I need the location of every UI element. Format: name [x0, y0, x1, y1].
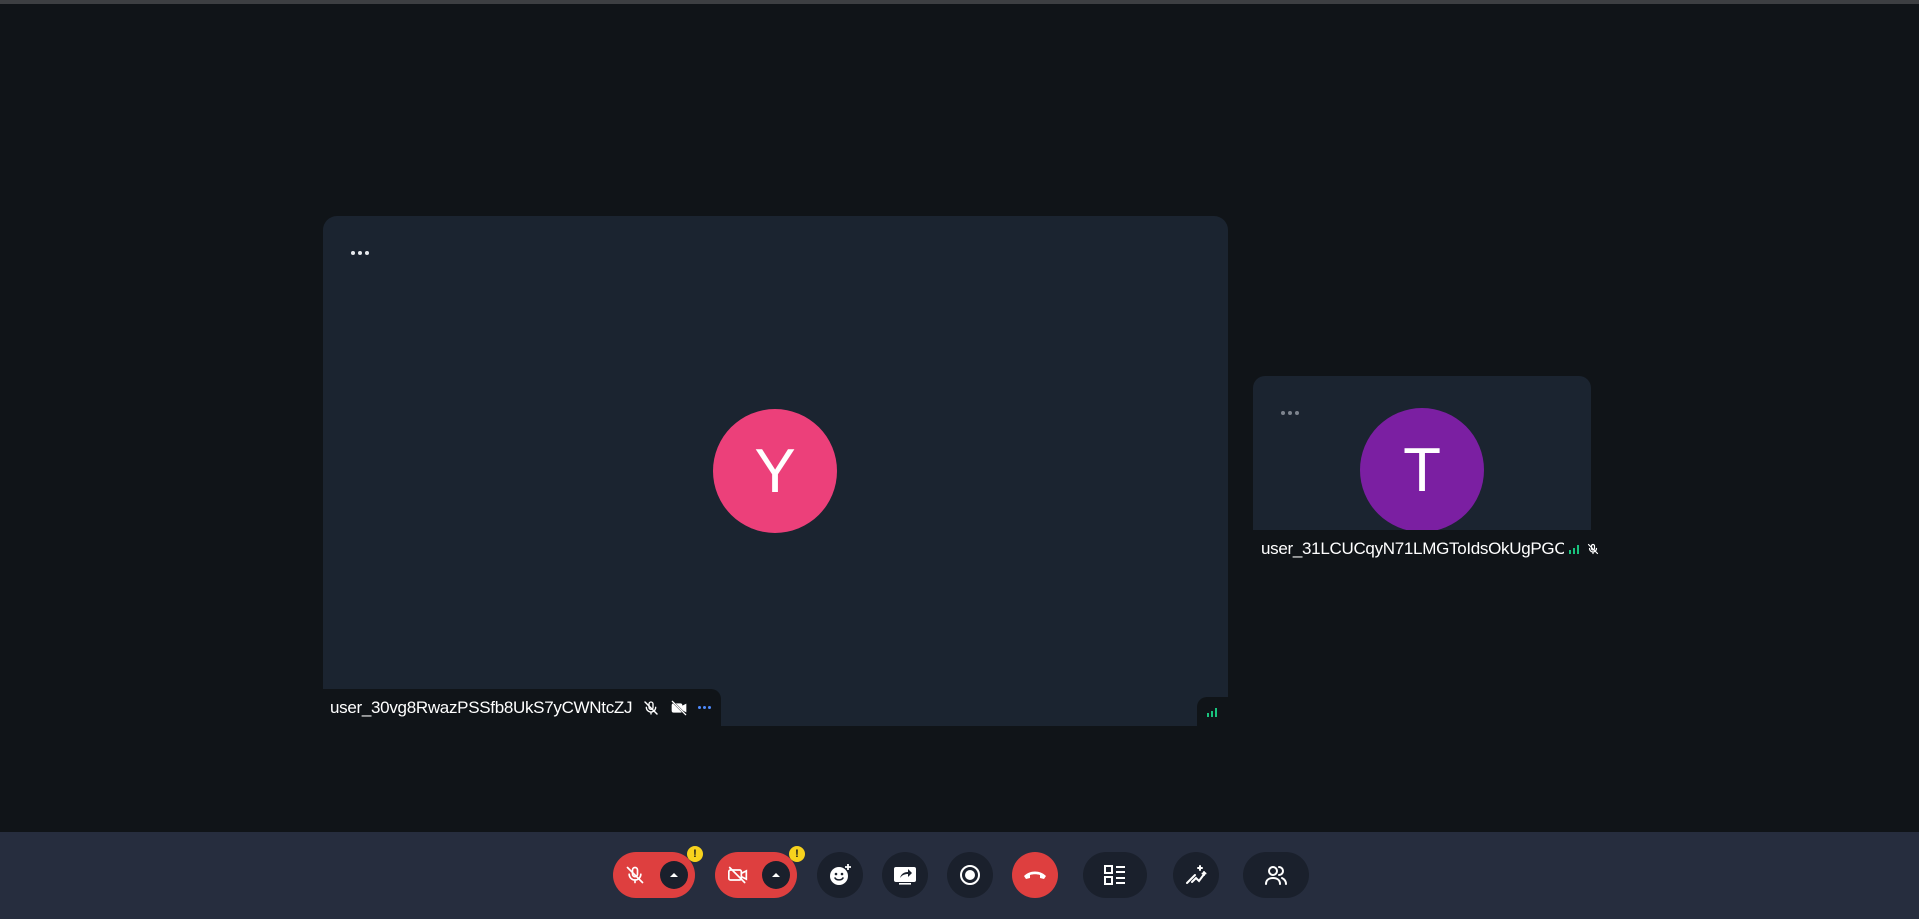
participant-name-bar: user_30vg8RwazPSSfb8UkS7yCWNtcZJ	[323, 689, 721, 726]
record-icon	[959, 864, 981, 886]
mic-off-icon	[625, 865, 645, 885]
people-icon	[1264, 864, 1288, 886]
connection-quality-icon	[1197, 697, 1228, 726]
mic-off-icon	[642, 699, 660, 717]
layout-button[interactable]	[1083, 852, 1147, 898]
record-button[interactable]	[947, 852, 993, 898]
participant-tile-side[interactable]: T	[1253, 376, 1591, 530]
effects-button[interactable]	[1173, 852, 1219, 898]
warning-badge: !	[687, 846, 703, 862]
participant-more-icon[interactable]	[698, 706, 712, 709]
tile-options-icon[interactable]	[1281, 411, 1299, 415]
layout-icon	[1103, 864, 1127, 886]
leave-call-button[interactable]	[1012, 852, 1058, 898]
participant-name: user_30vg8RwazPSSfb8UkS7yCWNtcZJ	[330, 697, 633, 717]
participants-button[interactable]	[1243, 852, 1309, 898]
camera-off-icon	[670, 699, 688, 717]
participant-name-bar: user_31LCUCqyN71LMGToIdsOkUgPGC	[1253, 530, 1599, 567]
mic-off-icon	[1587, 541, 1599, 557]
warning-badge: !	[789, 846, 805, 862]
emoji-icon	[828, 863, 852, 887]
avatar: T	[1360, 408, 1484, 530]
share-screen-button[interactable]	[882, 852, 928, 898]
screen-share-icon	[893, 865, 917, 885]
microphone-toggle-button[interactable]: !	[613, 846, 703, 898]
tile-options-icon[interactable]	[351, 251, 369, 255]
participant-tile-main[interactable]: Y	[323, 216, 1228, 726]
chevron-up-icon[interactable]	[762, 861, 790, 889]
chevron-up-icon[interactable]	[660, 861, 688, 889]
magic-wand-icon	[1184, 864, 1208, 886]
call-controls-toolbar: ! !	[0, 832, 1919, 919]
camera-off-icon	[727, 865, 749, 885]
participant-name: user_31LCUCqyN71LMGToIdsOkUgPGC	[1261, 538, 1564, 558]
avatar: Y	[713, 409, 837, 533]
connection-quality-icon	[1569, 544, 1581, 554]
reactions-button[interactable]	[817, 852, 863, 898]
hang-up-icon	[1022, 868, 1048, 882]
camera-toggle-button[interactable]: !	[715, 846, 805, 898]
